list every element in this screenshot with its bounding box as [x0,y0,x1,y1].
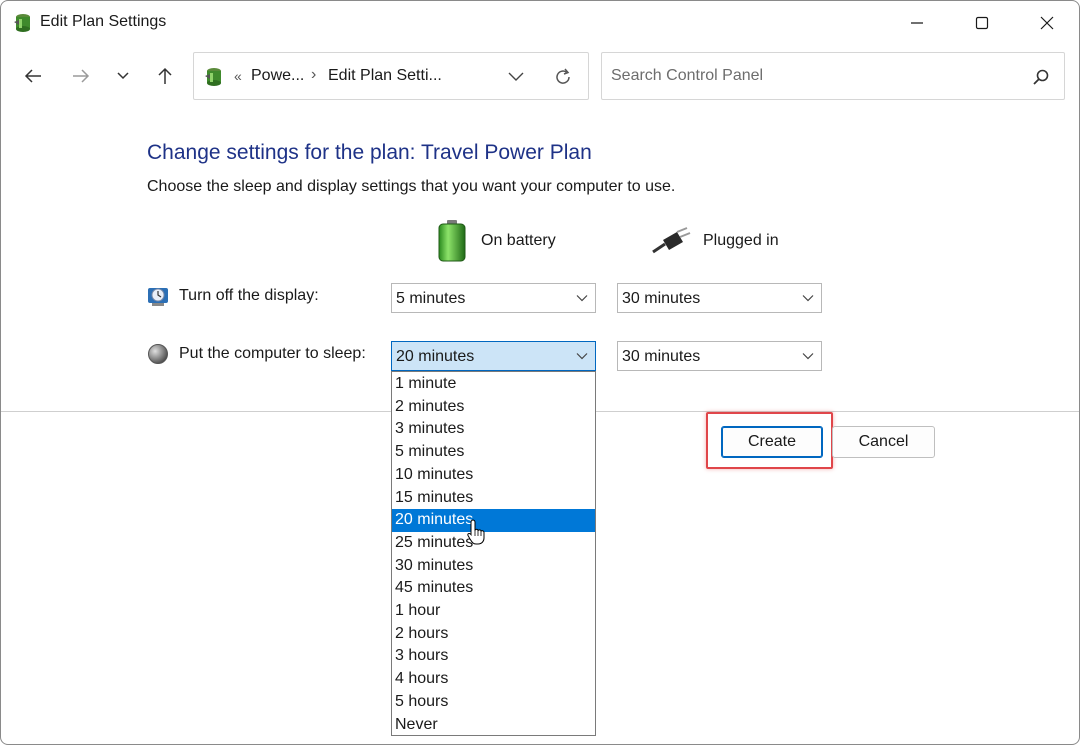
display-clock-icon [148,288,168,306]
chevron-down-icon [576,295,588,302]
chevron-down-icon [508,72,524,81]
display-on-battery-select[interactable]: 5 minutes [391,283,596,313]
recent-locations-button[interactable] [107,61,139,91]
power-options-icon [14,14,30,32]
battery-icon [438,220,466,262]
close-icon [1040,16,1054,30]
maximize-icon [975,16,989,30]
chevron-down-icon [802,353,814,360]
display-plugged-in-select[interactable]: 30 minutes [617,283,822,313]
plugged-in-label: Plugged in [703,232,779,249]
window-title: Edit Plan Settings [40,13,167,30]
power-options-icon [205,68,221,86]
dropdown-option[interactable]: 45 minutes [392,577,595,600]
dropdown-option[interactable]: 10 minutes [392,464,595,487]
selected-value: 30 minutes [622,290,701,307]
dropdown-option[interactable]: 30 minutes [392,555,595,578]
search-box[interactable] [601,52,1065,100]
sleep-moon-icon [148,344,168,364]
dropdown-option[interactable]: 5 hours [392,691,595,714]
dropdown-option[interactable]: 20 minutes [392,509,595,532]
breadcrumb-power-options[interactable]: Powe... [251,67,304,85]
cancel-button[interactable]: Cancel [832,426,935,458]
dropdown-option[interactable]: Never [392,714,595,737]
column-header-plugged-in: Plugged in [649,219,779,263]
dropdown-option[interactable]: 2 minutes [392,396,595,419]
power-plug-icon [652,227,691,254]
dropdown-option[interactable]: 25 minutes [392,532,595,555]
breadcrumb-separator: › [311,66,317,83]
forward-button[interactable] [65,61,97,91]
edit-plan-settings-window: Edit Plan Settings « Powe... › Edit Plan… [0,0,1080,745]
dropdown-option[interactable]: 5 minutes [392,441,595,464]
dropdown-option[interactable]: 1 minute [392,373,595,396]
chevron-down-icon [117,72,129,80]
selected-value: 30 minutes [622,348,701,365]
address-history-button[interactable] [504,65,528,89]
dropdown-option[interactable]: 4 hours [392,668,595,691]
address-overflow-button[interactable]: « [234,68,242,84]
turn-off-display-label: Turn off the display: [179,287,319,304]
title-bar: Edit Plan Settings [1,1,1079,45]
arrow-right-icon [73,69,90,83]
sleep-on-battery-select[interactable]: 20 minutes [391,341,596,371]
dropdown-option[interactable]: 2 hours [392,623,595,646]
search-input[interactable] [611,67,1011,85]
maximize-button[interactable] [956,1,1008,45]
dropdown-option[interactable]: 1 hour [392,600,595,623]
column-header-on-battery: On battery [435,219,556,263]
up-button[interactable] [149,61,181,91]
mouse-cursor-icon [467,519,485,545]
page-description: Choose the sleep and display settings th… [147,178,676,195]
breadcrumb-edit-plan-settings[interactable]: Edit Plan Setti... [328,67,442,85]
refresh-icon [556,68,570,84]
arrow-up-icon [158,67,172,84]
dropdown-option[interactable]: 15 minutes [392,487,595,510]
dropdown-option[interactable]: 3 minutes [392,418,595,441]
minimize-button[interactable] [891,1,943,45]
address-bar[interactable]: « Powe... › Edit Plan Setti... [193,52,589,100]
create-button[interactable]: Create [721,426,823,458]
chevron-down-icon [802,295,814,302]
sleep-row: Put the computer to sleep: [147,343,366,365]
dropdown-option[interactable]: 3 hours [392,645,595,668]
page-heading: Change settings for the plan: Travel Pow… [147,141,592,164]
chevron-down-icon [576,353,588,360]
selected-value: 5 minutes [396,290,466,307]
search-icon[interactable] [1030,66,1052,88]
sleep-plugged-in-select[interactable]: 30 minutes [617,341,822,371]
sleep-on-battery-options[interactable]: 1 minute 2 minutes 3 minutes 5 minutes 10 mi… [391,371,596,736]
on-battery-label: On battery [481,232,556,249]
turn-off-display-row: Turn off the display: [147,285,319,307]
back-button[interactable] [17,61,49,91]
refresh-button[interactable] [551,65,575,89]
selected-value: 20 minutes [396,348,475,365]
close-button[interactable] [1021,1,1073,45]
sleep-label: Put the computer to sleep: [179,345,366,362]
minimize-icon [911,22,923,24]
arrow-left-icon [24,69,41,83]
